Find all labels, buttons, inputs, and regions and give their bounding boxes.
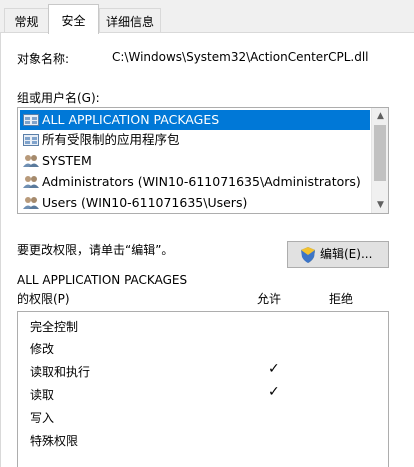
permissions-label: 的权限(P): [17, 292, 70, 306]
allow-check-icon: ✓: [268, 384, 280, 400]
permission-name: 写入: [30, 411, 55, 425]
permission-name: 读取和执行: [30, 365, 91, 379]
tab-strip: 常规 安全 详细信息: [0, 0, 414, 34]
groups-listbox[interactable]: ALL APPLICATION PACKAGES 所有受限制的应用程序包 SYS…: [17, 107, 389, 214]
edit-button-label: 编辑(E)...: [320, 247, 373, 261]
groups-label: 组或用户名(G):: [17, 91, 100, 105]
object-name-label: 对象名称:: [17, 52, 70, 66]
change-permissions-hint: 要更改权限，请单击“编辑”。: [17, 243, 174, 257]
group-item-label: ALL APPLICATION PACKAGES: [42, 112, 220, 127]
tab-general[interactable]: 常规: [4, 8, 49, 33]
group-item[interactable]: ALL APPLICATION PACKAGES: [20, 110, 370, 130]
group-item-label: 所有受限制的应用程序包: [42, 132, 180, 147]
object-name-value: C:\Windows\System32\ActionCenterCPL.dll: [112, 50, 369, 64]
group-item-label: Administrators (WIN10-611071635\Administ…: [42, 174, 361, 189]
group-item[interactable]: 所有受限制的应用程序包: [20, 130, 370, 150]
permission-name: 读取: [30, 388, 55, 402]
allow-check-icon: ✓: [268, 361, 280, 377]
scroll-down-icon[interactable]: ▼: [372, 197, 388, 213]
users-icon: [23, 155, 39, 167]
tab-security[interactable]: 安全: [48, 4, 99, 34]
permissions-title: ALL APPLICATION PACKAGES: [17, 273, 188, 287]
group-item[interactable]: SYSTEM: [20, 151, 370, 171]
groups-scrollbar[interactable]: ▲ ▼: [371, 108, 388, 213]
permission-name: 完全控制: [30, 320, 79, 334]
package-icon: [23, 134, 39, 146]
permissions-list: 完全控制 修改 读取和执行 ✓ 读取 ✓ 写入 特殊权限: [17, 311, 389, 467]
users-icon: [23, 176, 39, 188]
scroll-up-icon[interactable]: ▲: [372, 108, 388, 124]
users-icon: [23, 197, 39, 209]
group-item-label: SYSTEM: [42, 153, 92, 168]
group-item-label: Users (WIN10-611071635\Users): [42, 195, 248, 210]
permission-name: 特殊权限: [30, 434, 79, 448]
tab-details[interactable]: 详细信息: [99, 8, 161, 33]
edit-button[interactable]: 编辑(E)...: [287, 241, 389, 268]
package-icon: [23, 114, 39, 126]
permission-name: 修改: [30, 342, 55, 356]
deny-column-header: 拒绝: [329, 292, 354, 306]
group-item[interactable]: Users (WIN10-611071635\Users): [20, 193, 370, 213]
scroll-thumb[interactable]: [374, 125, 386, 181]
allow-column-header: 允许: [257, 292, 282, 306]
group-item[interactable]: Administrators (WIN10-611071635\Administ…: [20, 172, 370, 192]
shield-icon: [301, 247, 315, 263]
